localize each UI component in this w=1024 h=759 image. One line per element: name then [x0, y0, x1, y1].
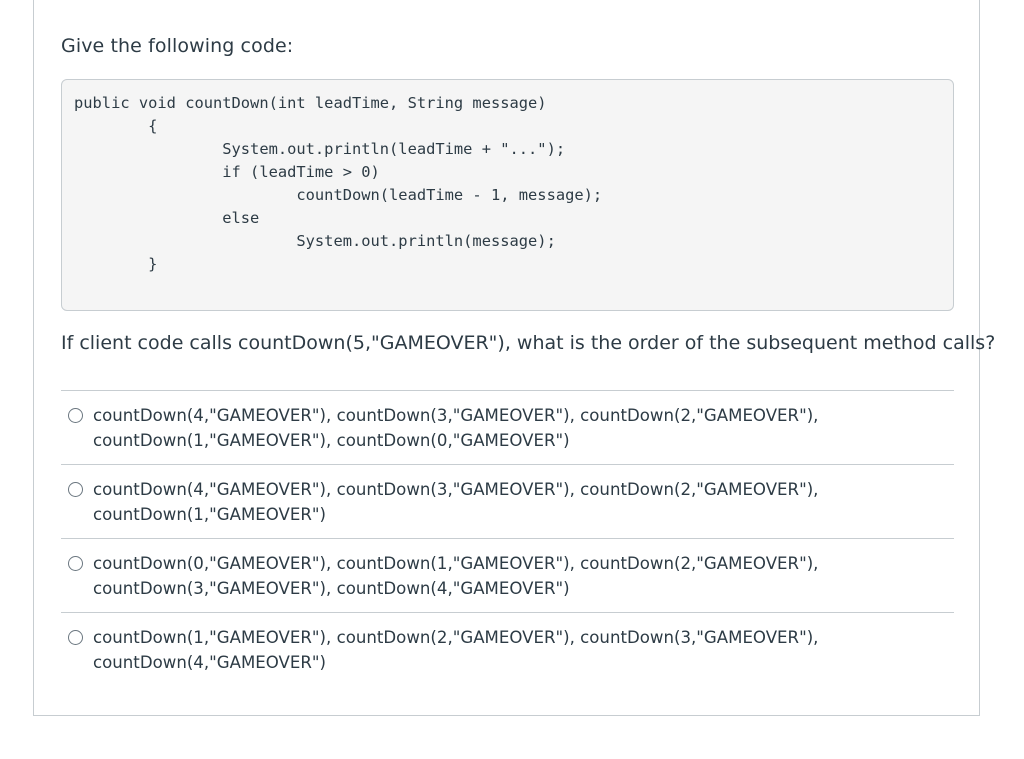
- radio-button-icon[interactable]: [68, 408, 83, 423]
- answer-option-1[interactable]: countDown(4,"GAMEOVER"), countDown(3,"GA…: [61, 390, 954, 464]
- question-text: If client code calls countDown(5,"GAMEOV…: [61, 332, 996, 354]
- answer-option-4[interactable]: countDown(1,"GAMEOVER"), countDown(2,"GA…: [61, 612, 954, 686]
- answer-label[interactable]: countDown(0,"GAMEOVER"), countDown(1,"GA…: [93, 551, 913, 601]
- answer-label[interactable]: countDown(1,"GAMEOVER"), countDown(2,"GA…: [93, 625, 913, 675]
- radio-button-icon[interactable]: [68, 630, 83, 645]
- answer-label[interactable]: countDown(4,"GAMEOVER"), countDown(3,"GA…: [93, 477, 913, 527]
- question-card: Give the following code: public void cou…: [33, 0, 995, 716]
- question-prompt: Give the following code:: [61, 35, 294, 57]
- radio-button-icon[interactable]: [68, 482, 83, 497]
- code-block: public void countDown(int leadTime, Stri…: [61, 79, 954, 311]
- answer-label[interactable]: countDown(4,"GAMEOVER"), countDown(3,"GA…: [93, 403, 913, 453]
- answer-option-2[interactable]: countDown(4,"GAMEOVER"), countDown(3,"GA…: [61, 464, 954, 538]
- answer-list: countDown(4,"GAMEOVER"), countDown(3,"GA…: [61, 390, 954, 686]
- answer-option-3[interactable]: countDown(0,"GAMEOVER"), countDown(1,"GA…: [61, 538, 954, 612]
- radio-button-icon[interactable]: [68, 556, 83, 571]
